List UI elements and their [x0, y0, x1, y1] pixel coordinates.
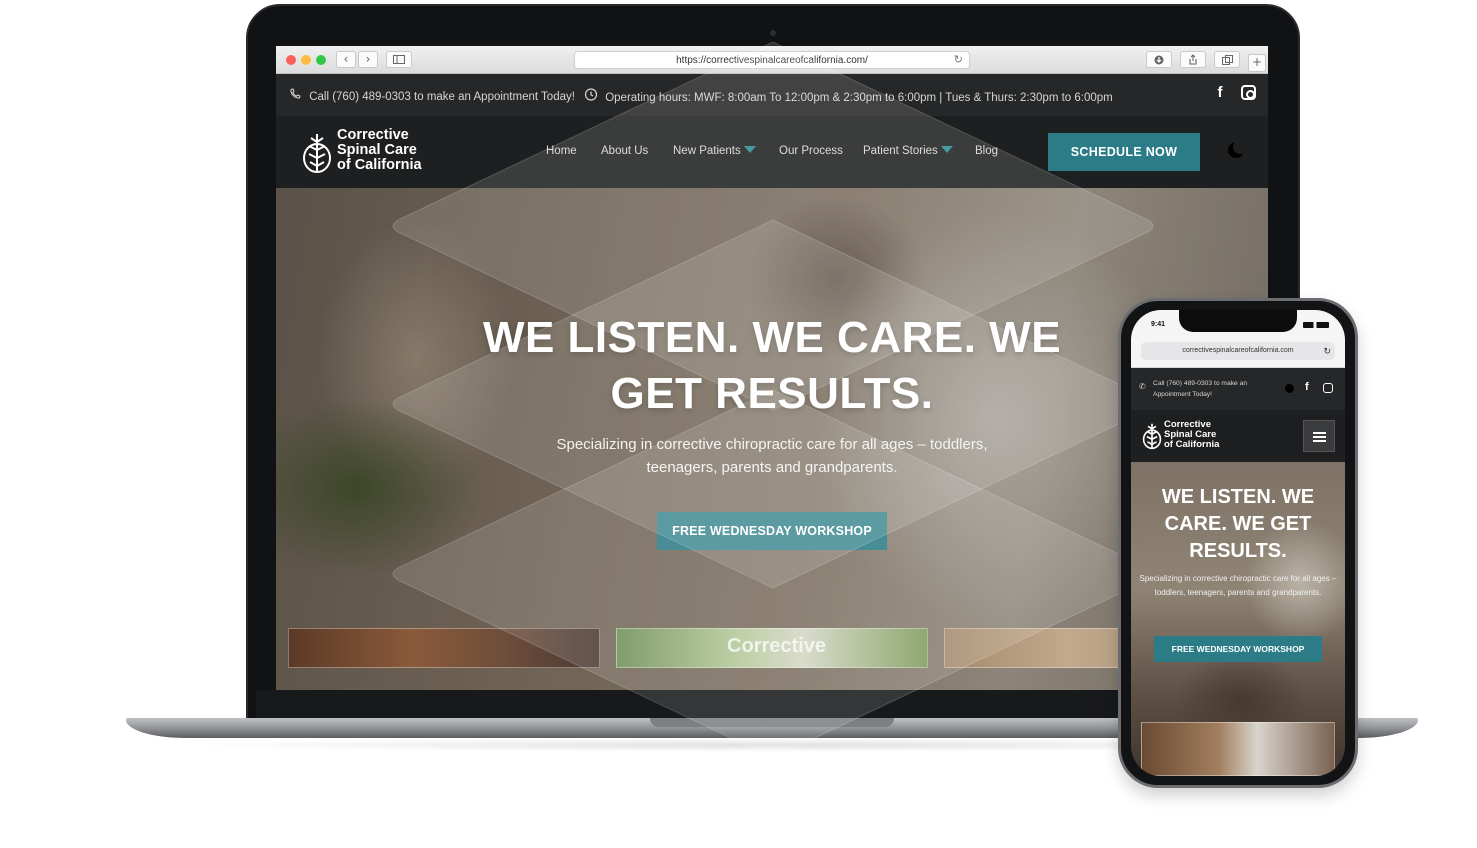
call-text: Call (760) 489-0303 to make an Appointme…	[309, 91, 575, 103]
logo-text: Corrective Spinal Care of California	[337, 128, 422, 173]
browser-toolbar: ‹ › https://correctivespinalcareofcalifo…	[276, 46, 1268, 74]
maximize-window-button[interactable]	[316, 55, 326, 65]
phone-notch	[1179, 310, 1297, 332]
phone-url-text: correctivespinalcareofcalifornia.com	[1182, 347, 1294, 354]
phone-hero-subtitle: Specializing in corrective chiropractic …	[1139, 574, 1337, 597]
chevron-down-icon	[743, 146, 756, 153]
contact-topbar: Call (760) 489-0303 to make an Appointme…	[276, 74, 1268, 116]
phone-icon: ✆	[1139, 382, 1146, 391]
forward-button[interactable]: ›	[358, 51, 378, 68]
facebook-icon[interactable]: f	[1212, 85, 1228, 101]
main-navigation: Corrective Spinal Care of California Hom…	[276, 116, 1268, 188]
hero-title: WE LISTEN. WE CARE. WE GET RESULTS.	[482, 313, 1062, 418]
phone-gallery-thumbnail[interactable]	[1141, 722, 1335, 776]
phone-hero-section: WE LISTEN. WE CARE. WE GET RESULTS. Spec…	[1131, 462, 1345, 776]
gallery-thumbnail[interactable]	[288, 628, 600, 668]
reload-icon[interactable]: ↻	[1323, 342, 1331, 360]
laptop-notch	[650, 718, 894, 727]
new-tab-button[interactable]: +	[1248, 54, 1266, 72]
spine-logo-icon	[1142, 423, 1162, 450]
logo-line-3: of California	[337, 157, 422, 173]
moon-icon-cutout	[1233, 140, 1247, 154]
phone-navigation: Corrective Spinal Care of California	[1131, 410, 1345, 462]
share-button[interactable]	[1180, 51, 1206, 68]
call-info[interactable]: Call (760) 489-0303 to make an Appointme…	[288, 88, 575, 103]
menu-icon-bar	[1313, 440, 1326, 442]
hero-subtitle: Specializing in corrective chiropractic …	[556, 436, 988, 476]
free-workshop-button[interactable]: FREE WEDNESDAY WORKSHOP	[657, 512, 887, 550]
phone-logo-text[interactable]: Corrective Spinal Care of California	[1164, 420, 1219, 450]
nav-item-blog[interactable]: Blog	[975, 145, 998, 157]
nav-item-about-us[interactable]: About Us	[601, 145, 648, 157]
tabs-icon	[1221, 55, 1233, 65]
address-bar[interactable]: https://correctivespinalcareofcalifornia…	[574, 51, 970, 69]
phone-hero-title: WE LISTEN. WE CARE. WE GET RESULTS.	[1161, 486, 1315, 562]
clock-icon	[584, 88, 598, 101]
menu-icon-bar	[1313, 432, 1326, 434]
spine-logo-icon	[303, 134, 331, 173]
phone-url-bar: correctivespinalcareofcalifornia.com ↻	[1131, 336, 1345, 368]
tabs-button[interactable]	[1214, 51, 1240, 68]
status-time: 9:41	[1151, 321, 1166, 328]
sidebar-icon	[393, 55, 405, 64]
url-text: https://correctivespinalcareofcalifornia…	[676, 55, 868, 66]
site-logo[interactable]: Corrective Spinal Care of California	[300, 128, 440, 176]
signal-battery-icon	[1303, 322, 1329, 328]
instagram-icon[interactable]	[1323, 383, 1333, 393]
plus-icon: +	[1251, 55, 1263, 69]
reload-icon[interactable]: ↻	[954, 52, 963, 69]
hamburger-menu-button[interactable]	[1303, 420, 1335, 452]
phone-free-workshop-button[interactable]: FREE WEDNESDAY WORKSHOP	[1154, 636, 1322, 662]
moon-icon[interactable]	[1285, 384, 1294, 393]
sidebar-toggle-button[interactable]	[386, 51, 412, 68]
phone-address-bar[interactable]: correctivespinalcareofcalifornia.com ↻	[1141, 342, 1335, 360]
nav-item-patient-stories[interactable]: Patient Stories	[863, 145, 953, 157]
gallery-thumbnail[interactable]: Corrective	[616, 628, 928, 668]
phone-contact-topbar: ✆ Call (760) 489-0303 to make an Appoint…	[1131, 368, 1345, 410]
instagram-icon[interactable]	[1241, 85, 1256, 100]
logo-line-3: of California	[1164, 439, 1220, 450]
nav-item-new-patients[interactable]: New Patients	[673, 145, 756, 157]
schedule-now-button[interactable]: SCHEDULE NOW	[1048, 133, 1200, 171]
laptop-camera	[770, 30, 776, 36]
logo-line-2: Spinal Care	[337, 142, 417, 158]
nav-item-our-process[interactable]: Our Process	[779, 145, 843, 157]
nav-item-home[interactable]: Home	[546, 145, 577, 157]
download-icon	[1154, 55, 1164, 65]
chevron-right-icon: ›	[365, 52, 371, 66]
chevron-down-icon	[940, 146, 953, 153]
menu-icon-bar	[1313, 436, 1326, 438]
phone-screen: 9:41 correctivespinalcareofcalifornia.co…	[1131, 310, 1345, 776]
nav-item-new-patients-label: New Patients	[673, 145, 741, 157]
chevron-left-icon: ‹	[343, 52, 349, 66]
logo-line-1: Corrective	[337, 127, 409, 143]
hours-info: Operating hours: MWF: 8:00am To 12:00pm …	[584, 88, 1113, 104]
downloads-button[interactable]	[1146, 51, 1172, 68]
close-window-button[interactable]	[286, 55, 296, 65]
minimize-window-button[interactable]	[301, 55, 311, 65]
phone-call-text[interactable]: Call (760) 489-0303 to make an Appointme…	[1153, 378, 1281, 400]
phone-icon	[290, 88, 301, 99]
thumbnail-caption: Corrective	[727, 635, 826, 657]
device-mockup-stage: ‹ › https://correctivespinalcareofcalifo…	[0, 0, 1477, 848]
facebook-icon[interactable]: f	[1305, 381, 1309, 393]
nav-item-patient-stories-label: Patient Stories	[863, 145, 938, 157]
share-icon	[1189, 54, 1197, 65]
back-button[interactable]: ‹	[336, 51, 356, 68]
hours-text: Operating hours: MWF: 8:00am To 12:00pm …	[605, 92, 1113, 104]
